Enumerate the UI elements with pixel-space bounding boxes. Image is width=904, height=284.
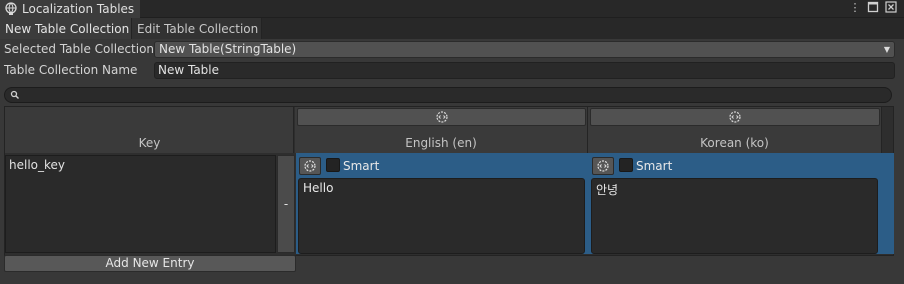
smart-checkbox-en[interactable] [326,158,340,172]
collection-name-field[interactable]: New Table [154,62,895,79]
more-icon[interactable]: ⋮ [848,1,862,15]
add-new-entry-button[interactable]: Add New Entry [4,255,296,272]
column-label-ko: Korean (ko) [700,136,769,150]
selected-collection-value: New Table(StringTable) [159,42,297,56]
window-tab[interactable]: Localization Tables [0,0,140,18]
selected-collection-dropdown[interactable]: New Table(StringTable) ▼ [154,41,895,58]
search-input[interactable] [4,87,892,103]
tab-new-table-collection[interactable]: New Table Collection [0,18,131,39]
maximize-icon[interactable] [866,1,880,15]
metadata-icon [597,160,609,172]
search-icon [10,90,19,99]
collection-name-label: Table Collection Name [4,63,138,77]
close-icon[interactable] [884,1,898,15]
tab-edit-table-collection[interactable]: Edit Table Collection [131,18,262,39]
column-header-en: English (en) [295,107,588,153]
window-title: Localization Tables [22,2,135,16]
localization-icon [5,2,17,15]
metadata-icon [435,111,448,123]
smart-checkbox-ko[interactable] [619,158,633,172]
remove-entry-button[interactable]: - [277,155,295,253]
column-label-en: English (en) [405,136,477,150]
metadata-icon [304,160,316,172]
key-header-label: Key [138,136,161,150]
metadata-icon [729,111,741,123]
translation-field-en[interactable]: Hello [298,178,585,254]
smart-label-en: Smart [343,159,380,173]
window-titlebar: Localization Tables ⋮ [0,0,904,18]
dropdown-arrow-icon: ▼ [883,45,890,54]
smart-label-ko: Smart [636,159,673,173]
key-column-header: Key [5,107,294,153]
entry-metadata-button-ko[interactable] [592,157,614,175]
column-header-ko: Korean (ko) [588,107,882,153]
selected-collection-label: Selected Table Collection [4,42,155,56]
translation-field-ko[interactable]: 안녕 [591,178,878,254]
key-field[interactable]: hello_key [5,155,276,253]
tab-bar: New Table Collection Edit Table Collecti… [0,18,904,39]
column-metadata-button-en[interactable] [297,108,586,126]
entry-metadata-button-en[interactable] [299,157,321,175]
column-metadata-button-ko[interactable] [590,108,880,126]
